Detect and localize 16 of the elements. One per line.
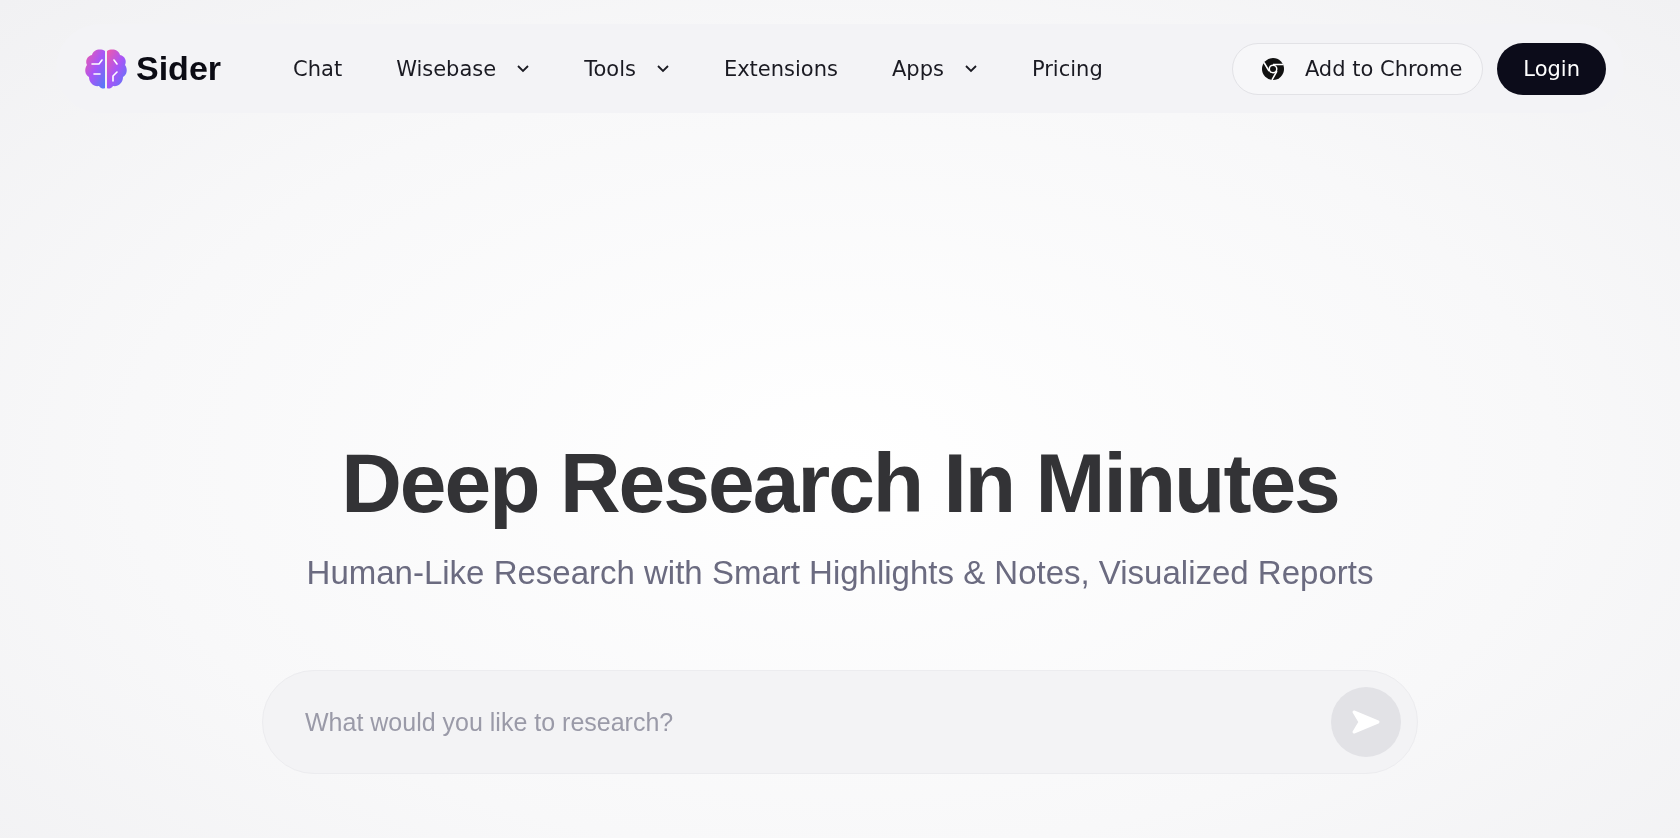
search-bar[interactable]: What would you like to research? <box>262 670 1418 774</box>
hero-subtitle: Human-Like Research with Smart Highlights & Notes, Visualized Reports <box>306 554 1374 592</box>
send-icon <box>1351 709 1381 735</box>
hero-title: Deep Research In Minutes <box>341 435 1339 532</box>
nav-link[interactable]: Apps <box>891 56 978 81</box>
nav-link[interactable]: Tools <box>584 56 670 81</box>
chrome-icon <box>1260 56 1285 81</box>
nav-link[interactable]: Pricing <box>1031 56 1103 81</box>
nav-link[interactable]: Chat <box>293 56 343 81</box>
research-input-field[interactable]: What would you like to research? <box>303 706 1331 738</box>
brain-logo-icon <box>84 47 128 90</box>
login-button[interactable]: Login <box>1497 42 1606 95</box>
nav-link[interactable]: Extensions <box>723 56 838 81</box>
logo-text[interactable]: Sider <box>136 49 222 88</box>
nav-link[interactable]: Wisebase <box>396 56 531 81</box>
add-to-chrome-button[interactable]: Add to Chrome <box>1231 42 1484 95</box>
